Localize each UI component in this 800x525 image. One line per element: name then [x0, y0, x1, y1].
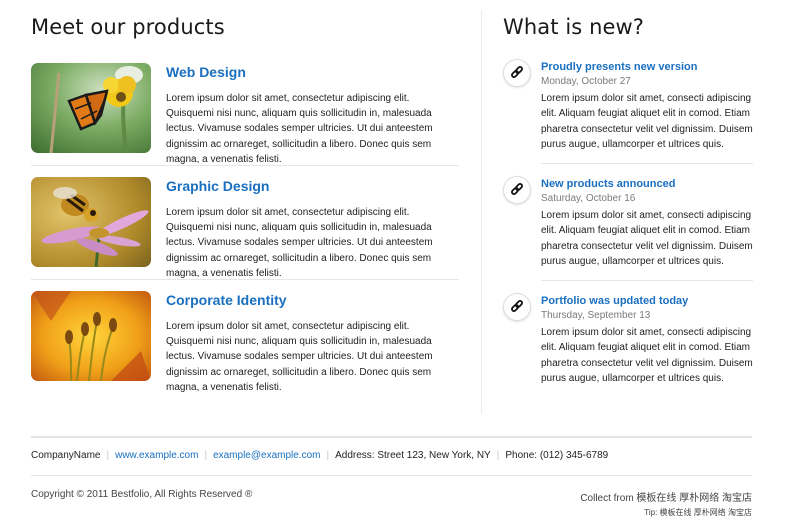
- news-item: Portfolio was updated today Thursday, Se…: [503, 293, 753, 410]
- separator: |: [326, 450, 330, 461]
- tip-text: Tip: 模板在线 厚朴网络 淘宝店: [644, 508, 752, 517]
- phone: Phone: (012) 345-6789: [505, 450, 609, 461]
- product-divider: [31, 279, 459, 280]
- news-date: Thursday, September 13: [541, 310, 651, 321]
- separator: |: [106, 450, 110, 461]
- news-title[interactable]: Proudly presents new version: [541, 61, 698, 73]
- news-date: Monday, October 27: [541, 76, 631, 87]
- butterfly-image: [31, 63, 151, 153]
- link-icon-glyph: [511, 183, 523, 195]
- link-icon[interactable]: [503, 176, 531, 204]
- product-item-graphic-design: Graphic Design Lorem ipsum dolor sit ame…: [31, 177, 459, 291]
- product-image-lily[interactable]: [31, 291, 151, 381]
- products-section-title: Meet our products: [31, 15, 225, 39]
- email-link[interactable]: example@example.com: [213, 450, 320, 461]
- news-divider: [541, 163, 753, 164]
- lily-image: [31, 291, 151, 381]
- news-title[interactable]: New products announced: [541, 178, 675, 190]
- news-description: Lorem ipsum dolor sit amet, consecti adi…: [541, 93, 753, 150]
- footer-divider: [31, 475, 752, 476]
- company-name: CompanyName: [31, 450, 101, 461]
- product-title-corporate-identity[interactable]: Corporate Identity: [166, 292, 287, 308]
- product-item-web-design: Web Design Lorem ipsum dolor sit amet, c…: [31, 63, 459, 177]
- link-icon[interactable]: [503, 293, 531, 321]
- footer-divider: [31, 436, 752, 438]
- news-item: New products announced Saturday, October…: [503, 176, 753, 293]
- news-item: Proudly presents new version Monday, Oct…: [503, 59, 753, 176]
- product-description: Lorem ipsum dolor sit amet, consectetur …: [166, 93, 433, 165]
- collect-from-text[interactable]: Collect from 模板在线 厚朴网络 淘宝店: [580, 489, 752, 504]
- news-divider: [541, 280, 753, 281]
- address: Address: Street 123, New York, NY: [335, 450, 491, 461]
- column-divider: [481, 10, 482, 414]
- product-title-graphic-design[interactable]: Graphic Design: [166, 178, 269, 194]
- product-item-corporate-identity: Corporate Identity Lorem ipsum dolor sit…: [31, 291, 459, 405]
- link-icon-glyph: [511, 300, 523, 312]
- news-description: Lorem ipsum dolor sit amet, consecti adi…: [541, 327, 753, 384]
- link-icon[interactable]: [503, 59, 531, 87]
- website-link[interactable]: www.example.com: [115, 450, 198, 461]
- product-title-web-design[interactable]: Web Design: [166, 64, 246, 80]
- product-divider: [31, 165, 459, 166]
- product-image-bee[interactable]: [31, 177, 151, 267]
- product-description: Lorem ipsum dolor sit amet, consectetur …: [166, 207, 433, 279]
- news-section-title: What is new?: [503, 15, 645, 39]
- news-title[interactable]: Portfolio was updated today: [541, 295, 688, 307]
- separator: |: [204, 450, 208, 461]
- copyright-text: Copyright © 2011 Bestfolio, All Rights R…: [31, 489, 253, 500]
- news-description: Lorem ipsum dolor sit amet, consecti adi…: [541, 210, 753, 267]
- product-description: Lorem ipsum dolor sit amet, consectetur …: [166, 321, 433, 393]
- contact-info-row: CompanyName | www.example.com | example@…: [31, 450, 608, 461]
- product-image-butterfly[interactable]: [31, 63, 151, 153]
- link-icon-glyph: [511, 66, 523, 78]
- bee-image: [31, 177, 151, 267]
- news-date: Saturday, October 16: [541, 193, 636, 204]
- separator: |: [496, 450, 500, 461]
